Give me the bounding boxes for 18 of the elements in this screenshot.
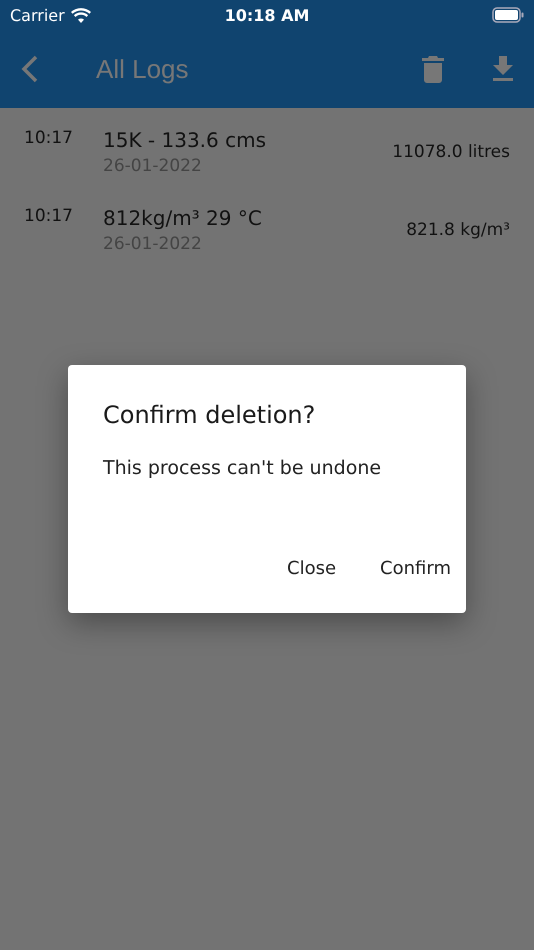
- download-icon[interactable]: [492, 56, 514, 82]
- dialog-title: Confirm deletion?: [103, 401, 316, 429]
- delete-icon[interactable]: [422, 56, 444, 82]
- log-value: 821.8 kg/m³: [406, 220, 510, 240]
- log-time: 10:17: [24, 206, 74, 226]
- dialog-button[interactable]: Close: [279, 550, 344, 587]
- log-time: 10:17: [24, 128, 74, 148]
- log-title: 15K - 133.6 cms: [103, 128, 268, 152]
- dialog-button[interactable]: Confirm: [372, 550, 459, 587]
- log-value: 11078.0 litres: [392, 142, 510, 162]
- dialog-message: This process can't be undone: [103, 457, 382, 479]
- wifi-icon: [70, 8, 91, 22]
- carrier-label: Carrier: [10, 6, 65, 24]
- battery-icon: [492, 7, 524, 23]
- page-title: All Logs: [96, 54, 190, 84]
- back-button[interactable]: [20, 55, 40, 83]
- clock: 10:18 AM: [224, 6, 310, 24]
- log-title: 812kg/m³ 29 °C: [103, 206, 263, 230]
